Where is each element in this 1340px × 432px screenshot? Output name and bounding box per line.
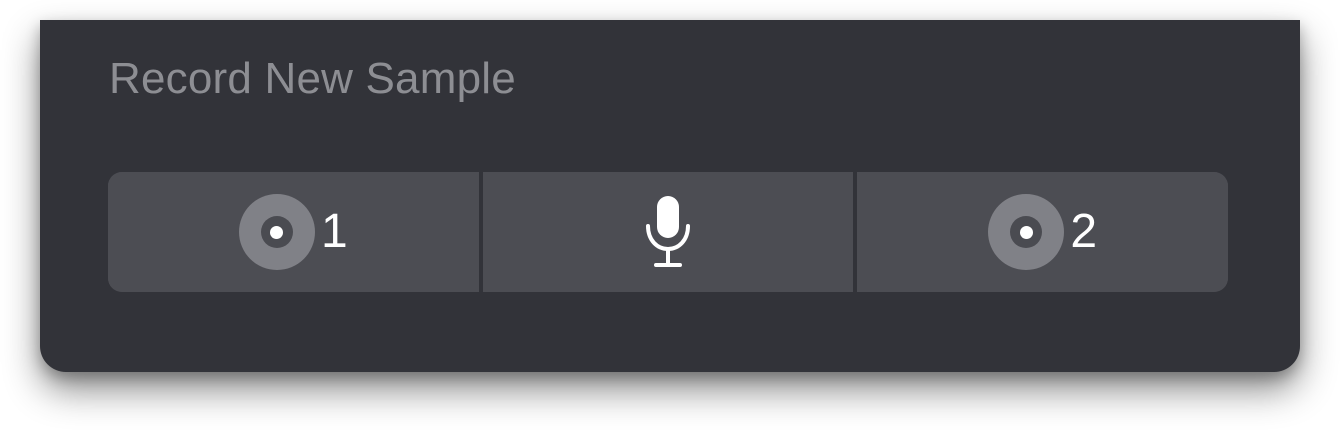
panel-title: Record New Sample — [109, 54, 516, 103]
input-1-label: 1 — [320, 205, 348, 258]
input-2-label: 2 — [1070, 205, 1098, 258]
input-1-icon — [238, 194, 315, 270]
microphone-icon — [642, 194, 694, 270]
input-2-icon — [988, 194, 1065, 270]
input-2-button[interactable]: 2 — [853, 172, 1228, 292]
input-1-button[interactable]: 1 — [108, 172, 479, 292]
record-sample-panel: Record New Sample 1 2 — [40, 20, 1300, 372]
record-source-segmented-control: 1 2 — [108, 172, 1228, 292]
microphone-button[interactable] — [478, 172, 854, 292]
